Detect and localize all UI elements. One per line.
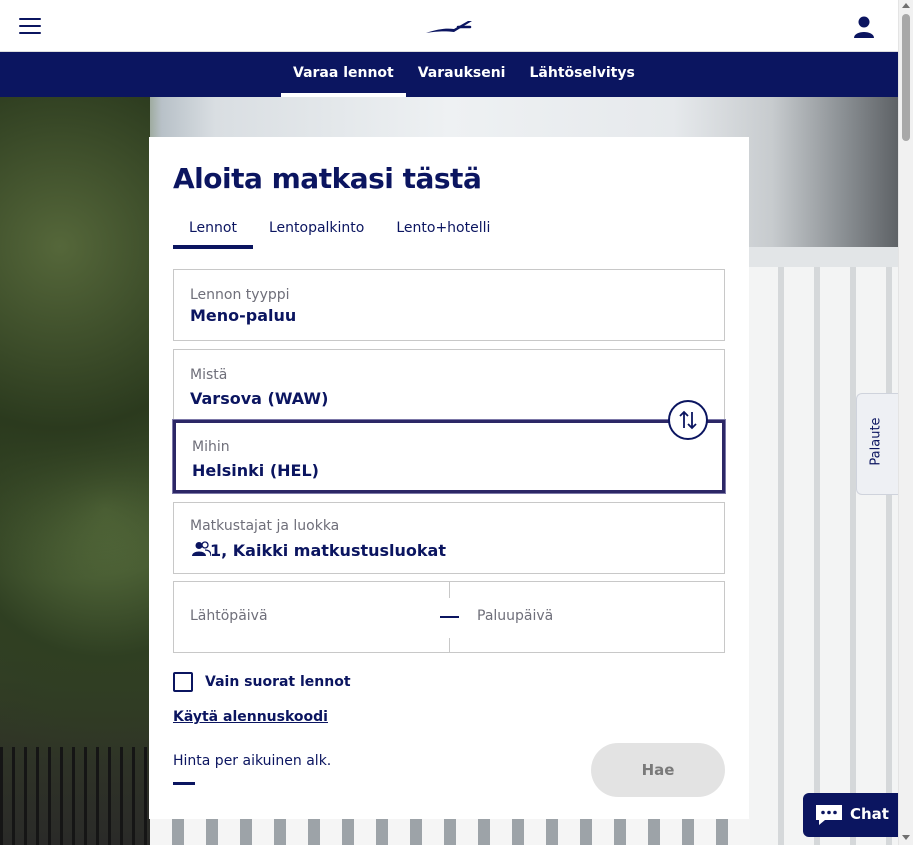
top-bar bbox=[0, 0, 898, 52]
feedback-label: Palaute bbox=[868, 417, 884, 466]
direct-flights-option[interactable]: Vain suorat lennot bbox=[173, 671, 351, 693]
tab-flight-hotel[interactable]: Lento+hotelli bbox=[380, 217, 506, 249]
return-date-placeholder: Paluupäivä bbox=[477, 608, 554, 624]
direct-flights-checkbox[interactable] bbox=[173, 672, 193, 692]
scrollbar-thumb[interactable] bbox=[902, 14, 910, 141]
scroll-down-arrow-icon[interactable] bbox=[902, 835, 910, 840]
booking-tabs: Lennot Lentopalkinto Lento+hotelli bbox=[173, 217, 506, 249]
nav-tab-book-flights[interactable]: Varaa lennot bbox=[281, 52, 406, 97]
page-scrollbar[interactable] bbox=[898, 0, 913, 845]
date-range-dash bbox=[440, 616, 459, 618]
departure-date-field[interactable]: Lähtöpäivä bbox=[174, 582, 449, 652]
booking-title: Aloita matkasi tästä bbox=[173, 162, 482, 195]
origin-label: Mistä bbox=[190, 367, 228, 383]
swap-locations-button[interactable] bbox=[668, 400, 708, 440]
passengers-label: Matkustajat ja luokka bbox=[190, 518, 340, 534]
return-date-field[interactable]: Paluupäivä bbox=[461, 582, 736, 652]
feedback-tab[interactable]: Palaute bbox=[856, 393, 898, 495]
promo-code-link[interactable]: Käytä alennuskoodi bbox=[173, 709, 328, 725]
scroll-up-arrow-icon[interactable] bbox=[902, 3, 910, 8]
departure-date-placeholder: Lähtöpäivä bbox=[190, 608, 268, 624]
finnair-logo-icon[interactable] bbox=[424, 18, 474, 36]
origin-value: Varsova (WAW) bbox=[190, 389, 329, 408]
chat-label: Chat bbox=[850, 805, 889, 823]
hamburger-menu-icon[interactable] bbox=[19, 18, 41, 36]
trip-type-label: Lennon tyyppi bbox=[190, 287, 290, 303]
tab-award-flight[interactable]: Lentopalkinto bbox=[253, 217, 380, 249]
user-icon[interactable] bbox=[852, 15, 876, 39]
swap-arrows-icon bbox=[679, 410, 697, 430]
direct-flights-label: Vain suorat lennot bbox=[205, 674, 351, 690]
passengers-icon bbox=[192, 541, 211, 557]
passengers-value: 1, Kaikki matkustusluokat bbox=[210, 541, 446, 560]
date-range-picker: Lähtöpäivä Paluupäivä bbox=[173, 581, 725, 653]
nav-tab-my-bookings[interactable]: Varaukseni bbox=[406, 52, 518, 97]
destination-label: Mihin bbox=[192, 439, 230, 455]
passengers-class-field[interactable]: Matkustajat ja luokka 1, Kaikki matkustu… bbox=[173, 502, 725, 574]
chat-bubble-icon bbox=[816, 805, 842, 825]
search-button[interactable]: Hae bbox=[591, 743, 725, 797]
trip-type-select[interactable]: Lennon tyyppi Meno-paluu bbox=[173, 269, 725, 341]
tab-flights[interactable]: Lennot bbox=[173, 217, 253, 249]
trip-type-value: Meno-paluu bbox=[190, 306, 297, 325]
nav-tab-check-in[interactable]: Lähtöselvitys bbox=[517, 52, 646, 97]
destination-value: Helsinki (HEL) bbox=[192, 461, 319, 480]
price-placeholder-dash bbox=[173, 782, 195, 785]
price-per-adult-label: Hinta per aikuinen alk. bbox=[173, 753, 332, 769]
main-nav: Varaa lennot Varaukseni Lähtöselvitys bbox=[0, 52, 898, 97]
origin-field[interactable]: Mistä Varsova (WAW) bbox=[173, 349, 725, 421]
destination-field[interactable]: Mihin Helsinki (HEL) bbox=[173, 420, 725, 493]
booking-widget: Aloita matkasi tästä Lennot Lentopalkint… bbox=[149, 137, 749, 819]
chat-button[interactable]: Chat bbox=[803, 793, 898, 837]
